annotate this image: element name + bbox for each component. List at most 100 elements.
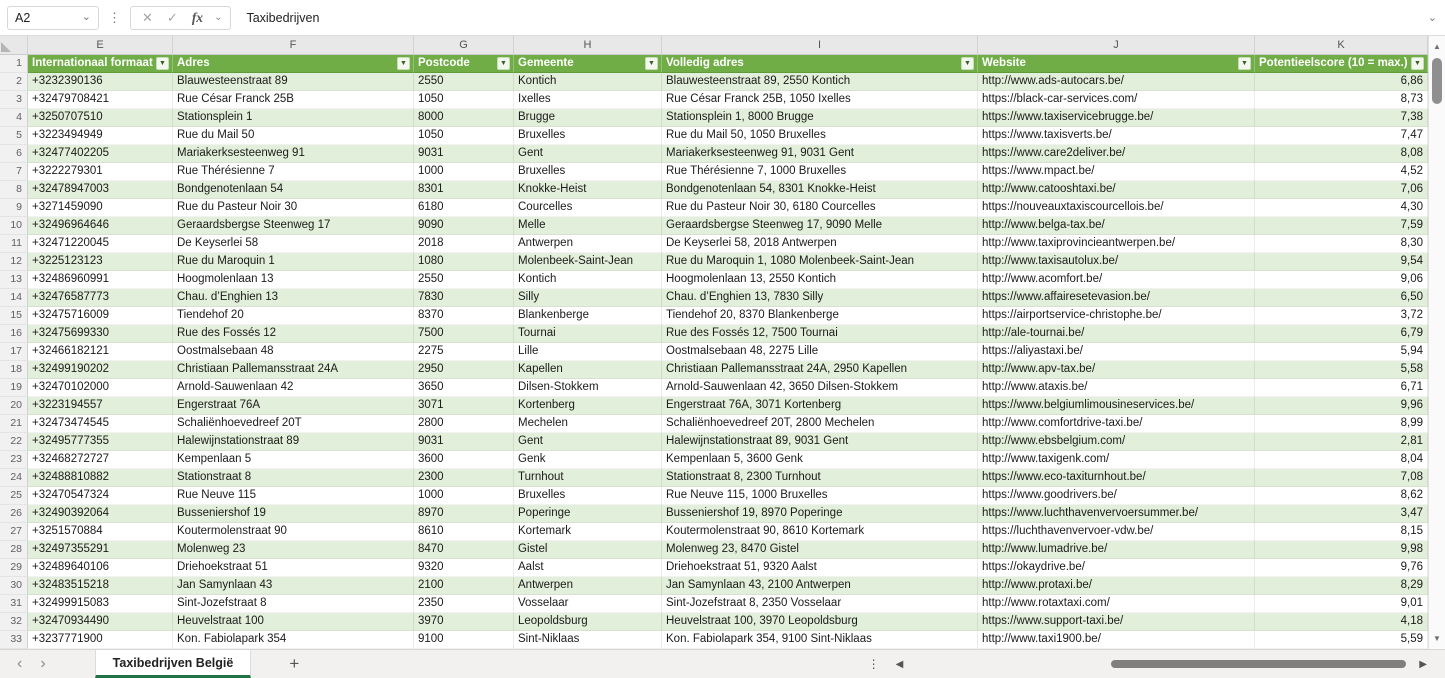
cell[interactable]: 1050 [414,91,514,109]
cell[interactable]: Bruxelles [514,163,662,181]
cell[interactable]: Bondgenotenlaan 54, 8301 Knokke-Heist [662,181,978,199]
cell[interactable]: 2350 [414,595,514,613]
cell[interactable]: 7,08 [1255,469,1428,487]
column-letter-H[interactable]: H [514,36,662,54]
table-header-cell[interactable]: Postcode ▼ [414,55,514,73]
cell[interactable]: Rue du Pasteur Noir 30 [173,199,414,217]
cell[interactable]: http://www.taxi1900.be/ [978,631,1255,649]
cell[interactable]: Knokke-Heist [514,181,662,199]
cell[interactable]: +3250707510 [28,109,173,127]
cell[interactable]: 1080 [414,253,514,271]
cell[interactable]: https://luchthavenvervoer-vdw.be/ [978,523,1255,541]
cell[interactable]: Gent [514,145,662,163]
cell[interactable]: +32479708421 [28,91,173,109]
cell[interactable]: 9031 [414,433,514,451]
filter-button[interactable]: ▼ [397,57,410,70]
cell[interactable]: 2018 [414,235,514,253]
cell[interactable]: Halewijnstationstraat 89 [173,433,414,451]
cell[interactable]: Tiendehof 20, 8370 Blankenberge [662,307,978,325]
cell[interactable]: +32499915083 [28,595,173,613]
cell[interactable]: 9320 [414,559,514,577]
cell[interactable]: +32470547324 [28,487,173,505]
filter-button[interactable]: ▼ [645,57,658,70]
cell[interactable]: Kempenlaan 5 [173,451,414,469]
cell[interactable]: +32468272727 [28,451,173,469]
cell[interactable]: 8,99 [1255,415,1428,433]
cell[interactable]: Rue Neuve 115, 1000 Bruxelles [662,487,978,505]
cell[interactable]: Engerstraat 76A, 3071 Kortenberg [662,397,978,415]
cell[interactable]: Antwerpen [514,577,662,595]
cell[interactable]: 7,38 [1255,109,1428,127]
cell[interactable]: +32477402205 [28,145,173,163]
scroll-down-icon[interactable]: ▼ [1429,634,1445,643]
cell[interactable]: 1000 [414,487,514,505]
cell[interactable]: Tiendehof 20 [173,307,414,325]
cell[interactable]: Christiaan Pallemansstraat 24A, 2950 Kap… [662,361,978,379]
cell[interactable]: 7500 [414,325,514,343]
cell[interactable]: +32466182121 [28,343,173,361]
cell[interactable]: Courcelles [514,199,662,217]
row-number[interactable]: 13 [0,271,28,289]
cell[interactable]: Rue Thérésienne 7 [173,163,414,181]
cell[interactable]: +32496964646 [28,217,173,235]
formula-bar-expand-icon[interactable]: ⌄ [1424,11,1445,24]
cell[interactable]: 7,06 [1255,181,1428,199]
cell[interactable]: Bondgenotenlaan 54 [173,181,414,199]
column-letter-J[interactable]: J [978,36,1255,54]
cell[interactable]: Sint-Jozefstraat 8 [173,595,414,613]
cell[interactable]: 9090 [414,217,514,235]
cell[interactable]: Mariakerksesteenweg 91 [173,145,414,163]
cell[interactable]: Molenbeek-Saint-Jean [514,253,662,271]
filter-button[interactable]: ▼ [497,57,510,70]
cell[interactable]: +3271459090 [28,199,173,217]
cell[interactable]: 7,59 [1255,217,1428,235]
cell[interactable]: Vosselaar [514,595,662,613]
cell[interactable]: 3970 [414,613,514,631]
cell[interactable]: 2800 [414,415,514,433]
row-number[interactable]: 30 [0,577,28,595]
cell[interactable]: De Keyserlei 58 [173,235,414,253]
cell[interactable]: 8,04 [1255,451,1428,469]
cell[interactable]: Brugge [514,109,662,127]
cell[interactable]: 5,94 [1255,343,1428,361]
cell[interactable]: https://www.support-taxi.be/ [978,613,1255,631]
cell[interactable]: 6,79 [1255,325,1428,343]
cell[interactable]: Hoogmolenlaan 13 [173,271,414,289]
cell[interactable]: Blauwesteenstraat 89, 2550 Kontich [662,73,978,91]
cell[interactable]: https://airportservice-christophe.be/ [978,307,1255,325]
cell[interactable]: Leopoldsburg [514,613,662,631]
cell[interactable]: +32475716009 [28,307,173,325]
cell[interactable]: Bruxelles [514,487,662,505]
row-number[interactable]: 6 [0,145,28,163]
cell[interactable]: http://www.comfortdrive-taxi.be/ [978,415,1255,433]
row-number[interactable]: 4 [0,109,28,127]
row-number[interactable]: 2 [0,73,28,91]
cell[interactable]: +32473474545 [28,415,173,433]
sheet-tab-active[interactable]: Taxibedrijven België [94,650,252,678]
cell[interactable]: Rue Neuve 115 [173,487,414,505]
column-letter-G[interactable]: G [414,36,514,54]
cell[interactable]: +32489640106 [28,559,173,577]
cell[interactable]: Chau. d’Enghien 13, 7830 Silly [662,289,978,307]
cell[interactable]: 1000 [414,163,514,181]
cell[interactable]: 7830 [414,289,514,307]
cell[interactable]: Geraardsbergse Steenweg 17, 9090 Melle [662,217,978,235]
cell[interactable]: Schaliënhoevedreef 20T, 2800 Mechelen [662,415,978,433]
scroll-right-icon[interactable]: ▶ [1413,659,1433,670]
column-letter-I[interactable]: I [662,36,978,54]
cell[interactable]: Kortenberg [514,397,662,415]
cell[interactable]: Oostmalsebaan 48 [173,343,414,361]
prev-sheet-icon[interactable]: ‹ [8,656,31,672]
cell[interactable]: https://aliyastaxi.be/ [978,343,1255,361]
cell[interactable]: https://www.goodrivers.be/ [978,487,1255,505]
row-number[interactable]: 25 [0,487,28,505]
column-letter-F[interactable]: F [173,36,414,54]
row-number[interactable]: 10 [0,217,28,235]
cell[interactable]: 5,58 [1255,361,1428,379]
cell[interactable]: Rue du Maroquin 1 [173,253,414,271]
cell[interactable]: Kortemark [514,523,662,541]
cell[interactable]: Sint-Niklaas [514,631,662,649]
cell[interactable]: Sint-Jozefstraat 8, 2350 Vosselaar [662,595,978,613]
function-chevron-icon[interactable]: ⌄ [210,12,226,23]
cell[interactable]: Arnold-Sauwenlaan 42, 3650 Dilsen-Stokke… [662,379,978,397]
